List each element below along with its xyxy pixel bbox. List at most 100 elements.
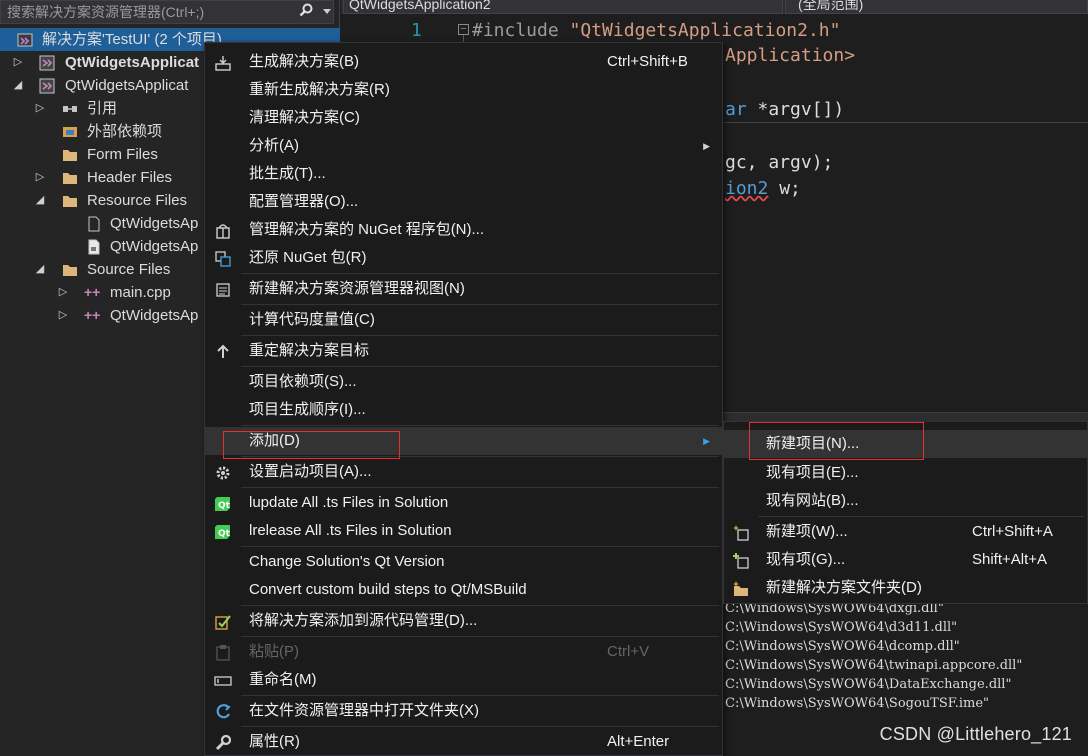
qt-project-icon — [39, 78, 55, 94]
menu-item-label: Change Solution's Qt Version — [249, 553, 445, 570]
menu-item-lupdate[interactable]: Qt lupdate All .ts Files in Solution — [205, 489, 722, 517]
wrench-icon — [215, 734, 232, 751]
menu-item-lrelease[interactable]: Qt lrelease All .ts Files in Solution — [205, 517, 722, 545]
menu-item-label: 将解决方案添加到源代码管理(D)... — [249, 612, 478, 629]
menu-item-restore-nuget[interactable]: 还原 NuGet 包(R) — [205, 244, 722, 272]
code-line-2: Application> — [725, 43, 855, 68]
menu-item-paste[interactable]: 粘贴(P) Ctrl+V — [205, 638, 722, 666]
menu-item-label: 属性(R) — [249, 733, 300, 750]
collapse-region-icon[interactable]: − — [458, 24, 469, 35]
tree-item-label: 解决方案'TestUI' (2 个项目) — [42, 31, 222, 48]
menu-item-configuration-manager[interactable]: 配置管理器(O)... — [205, 188, 722, 216]
svg-text:Qt: Qt — [218, 501, 231, 511]
expand-arrow-icon[interactable]: ▷ — [57, 281, 69, 304]
folder-icon — [63, 150, 77, 161]
submenu-item-new-solution-folder[interactable]: 新建解决方案文件夹(D) — [724, 574, 1087, 602]
tree-item-label: QtWidgetsAp — [110, 238, 199, 255]
output-line: C:\Windows\SysWOW64\twinapi.appcore.dll" — [725, 658, 1023, 673]
menu-item-retarget-solution[interactable]: 重定解决方案目标 — [205, 337, 722, 365]
menu-item-clean-solution[interactable]: 清理解决方案(C) — [205, 104, 722, 132]
rename-icon — [214, 676, 232, 686]
code-line-3: ar *argv[]) — [725, 97, 844, 122]
collapse-arrow-icon[interactable]: ◢ — [34, 258, 46, 281]
file-dropdown[interactable]: QtWidgetsApplication2 — [343, 0, 783, 14]
tree-item-label: Resource Files — [87, 192, 188, 209]
build-icon — [215, 56, 231, 71]
menu-item-label: 计算代码度量值(C) — [249, 311, 375, 328]
menu-item-label: 管理解决方案的 NuGet 程序包(N)... — [249, 221, 485, 238]
search-icon[interactable] — [299, 3, 313, 17]
folder-icon — [63, 265, 77, 276]
menu-separator — [241, 425, 719, 426]
menu-item-label: lupdate All .ts Files in Solution — [249, 494, 449, 511]
menu-item-analyze[interactable]: 分析(A) ▶ — [205, 132, 722, 160]
expand-arrow-icon[interactable]: ▷ — [34, 166, 46, 189]
tree-item-label: Header Files — [87, 169, 173, 186]
highlight-box — [749, 422, 924, 460]
solution-icon — [17, 33, 33, 47]
tree-item-label: QtWidgetsAp — [110, 215, 199, 232]
menu-item-batch-build[interactable]: 批生成(T)... — [205, 160, 722, 188]
submenu-item-new-item[interactable]: 新建项(W)... Ctrl+Shift+A — [724, 518, 1087, 546]
existing-item-icon — [733, 553, 749, 569]
menu-item-label: 新建解决方案文件夹(D) — [766, 579, 922, 596]
code-text: w; — [768, 178, 801, 199]
menu-item-label: 分析(A) — [249, 137, 299, 154]
paste-icon — [216, 645, 230, 661]
visual-studio-window: { "solution_explorer": { "search_placeho… — [0, 0, 1088, 756]
expand-arrow-icon[interactable]: ▷ — [57, 304, 69, 327]
menu-item-set-startup-projects[interactable]: 设置启动项目(A)... — [205, 458, 722, 486]
collapse-arrow-icon[interactable]: ◢ — [34, 189, 46, 212]
editor-divider — [722, 122, 1088, 123]
menu-item-shortcut: Ctrl+Shift+A — [972, 523, 1053, 540]
nuget-icon — [216, 224, 230, 239]
menu-item-shortcut: Shift+Alt+A — [972, 551, 1048, 568]
expand-arrow-icon[interactable]: ▷ — [34, 97, 46, 120]
menu-item-label: 重新生成解决方案(R) — [249, 81, 390, 98]
collapse-arrow-icon[interactable]: ◢ — [12, 74, 24, 97]
solution-explorer-search-input[interactable]: 搜索解决方案资源管理器(Ctrl+;) — [0, 0, 334, 24]
menu-item-rebuild-solution[interactable]: 重新生成解决方案(R) — [205, 76, 722, 104]
file-icon — [88, 216, 100, 232]
scope-dropdown[interactable]: (全局范围) — [785, 0, 1088, 14]
menu-item-open-in-file-explorer[interactable]: 在文件资源管理器中打开文件夹(X) — [205, 697, 722, 725]
submenu-item-existing-item[interactable]: 现有项(G)... Shift+Alt+A — [724, 546, 1087, 574]
menu-separator — [241, 487, 719, 488]
menu-separator — [241, 636, 719, 637]
menu-item-shortcut: Ctrl+V — [607, 643, 650, 660]
menu-item-label: 批生成(T)... — [249, 165, 326, 182]
menu-item-project-dependencies[interactable]: 项目依赖项(S)... — [205, 368, 722, 396]
watermark: CSDN @Littlehero_121 — [879, 724, 1072, 744]
expand-arrow-icon[interactable]: ▷ — [12, 51, 24, 74]
menu-item-project-build-order[interactable]: 项目生成顺序(I)... — [205, 396, 722, 424]
restore-icon — [215, 251, 231, 267]
references-icon — [63, 106, 77, 112]
preprocessor-directive: #include — [472, 20, 570, 41]
menu-item-label: 设置启动项目(A)... — [249, 463, 372, 480]
tree-item-label: QtWidgetsApplicat — [65, 54, 200, 71]
search-options-dropdown-icon[interactable] — [323, 9, 331, 14]
menu-item-label: 现有项目(E)... — [766, 464, 859, 481]
menu-item-properties[interactable]: 属性(R) Alt+Enter — [205, 728, 722, 756]
menu-item-rename[interactable]: 重命名(M) — [205, 666, 722, 694]
output-line: C:\Windows\SysWOW64\d3d11.dll" — [725, 620, 958, 635]
menu-separator — [241, 273, 719, 274]
submenu-item-existing-project[interactable]: 现有项目(E)... — [724, 459, 1087, 487]
menu-item-change-qt-version[interactable]: Change Solution's Qt Version — [205, 548, 722, 576]
menu-item-convert-build-steps[interactable]: Convert custom build steps to Qt/MSBuild — [205, 576, 722, 604]
submenu-item-existing-website[interactable]: 现有网站(B)... — [724, 487, 1087, 515]
menu-item-label: 生成解决方案(B) — [249, 53, 359, 70]
menu-separator — [241, 304, 719, 305]
menu-separator — [241, 695, 719, 696]
output-line: C:\Windows\SysWOW64\SogouTSF.ime" — [725, 696, 990, 711]
menu-item-new-explorer-view[interactable]: 新建解决方案资源管理器视图(N) — [205, 275, 722, 303]
menu-item-add-to-source-control[interactable]: 将解决方案添加到源代码管理(D)... — [205, 607, 722, 635]
qt-project-icon — [39, 55, 55, 71]
source-control-icon — [215, 615, 231, 630]
code-line-4: gc, argv); — [725, 152, 834, 173]
include-string: Application> — [725, 45, 856, 66]
folder-icon — [63, 196, 77, 207]
menu-item-manage-nuget[interactable]: 管理解决方案的 NuGet 程序包(N)... — [205, 216, 722, 244]
menu-item-build-solution[interactable]: 生成解决方案(B) Ctrl+Shift+B — [205, 48, 722, 76]
menu-item-code-metrics[interactable]: 计算代码度量值(C) — [205, 306, 722, 334]
